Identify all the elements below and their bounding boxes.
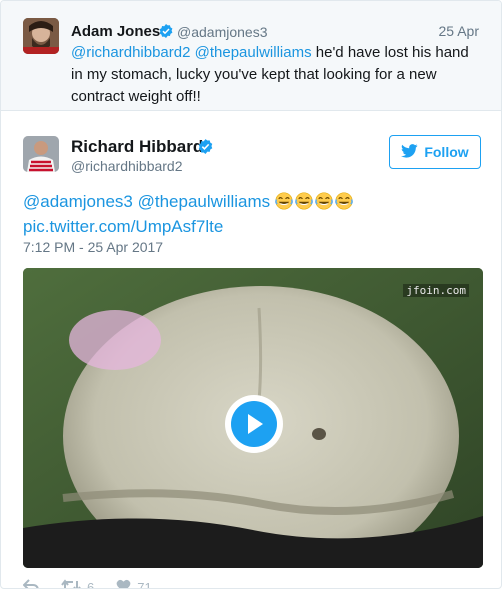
mention-link[interactable]: @richardhibbard2	[71, 44, 190, 61]
play-button[interactable]	[225, 395, 283, 453]
verified-badge-icon	[197, 138, 214, 160]
author-handle[interactable]: @richardhibbard2	[71, 158, 183, 174]
follow-button[interactable]: Follow	[389, 135, 481, 169]
embedded-tweet-card: Adam Jones @adamjones3 25 Apr @richardhi…	[0, 0, 502, 589]
face-with-tears-of-joy-icon	[335, 192, 353, 210]
like-button[interactable]: 71	[116, 579, 152, 589]
parent-tweet-text: @richardhibbard2 @thepaulwilliams he'd h…	[71, 42, 483, 108]
face-with-tears-of-joy-icon	[315, 192, 333, 210]
face-with-tears-of-joy-icon	[275, 192, 293, 210]
mention-link[interactable]: @thepaulwilliams	[195, 44, 312, 61]
author-handle[interactable]: @adamjones3	[177, 24, 268, 40]
tweet-date[interactable]: 25 Apr	[439, 23, 479, 39]
author-name[interactable]: Adam Jones	[71, 23, 160, 40]
author-name[interactable]: Richard Hibbard	[71, 137, 203, 157]
follow-label: Follow	[424, 144, 469, 160]
avatar[interactable]	[23, 136, 59, 172]
reply-button[interactable]	[22, 578, 39, 588]
parent-tweet[interactable]: Adam Jones @adamjones3 25 Apr @richardhi…	[1, 1, 501, 111]
video-watermark: jfoin.com	[403, 284, 469, 297]
tweet-text: @adamjones3 @thepaulwilliams pic.twitter…	[23, 189, 483, 239]
reply-icon	[22, 578, 39, 588]
twitter-bird-icon	[401, 143, 418, 161]
face-with-tears-of-joy-icon	[295, 192, 313, 210]
like-count: 71	[137, 579, 152, 589]
pic-link[interactable]: pic.twitter.com/UmpAsf7lte	[23, 217, 223, 236]
mention-link[interactable]: @thepaulwilliams	[138, 192, 271, 211]
heart-icon	[116, 579, 131, 588]
retweet-count: 6	[87, 579, 95, 589]
retweet-button[interactable]: 6	[61, 578, 95, 589]
verified-badge-icon	[158, 23, 174, 44]
tweet-timestamp[interactable]: 7:12 PM - 25 Apr 2017	[23, 239, 163, 255]
mention-link[interactable]: @adamjones3	[23, 192, 133, 211]
retweet-icon	[61, 578, 81, 588]
avatar[interactable]	[23, 18, 59, 54]
tweet-actions: 6 71	[22, 577, 174, 589]
video-player[interactable]: jfoin.com	[23, 268, 483, 568]
emoji-row	[275, 192, 355, 211]
play-icon	[231, 401, 277, 447]
